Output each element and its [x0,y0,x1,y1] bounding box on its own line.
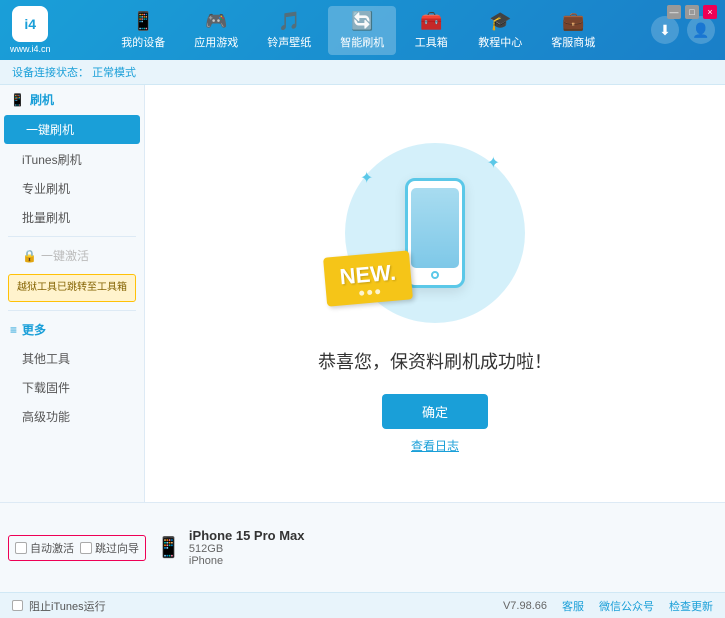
notice-text: 越狱工具已跳转至工具箱 [17,282,127,293]
window-controls: — □ × [667,5,717,19]
nav-apps[interactable]: 🎮 应用游戏 [182,6,250,55]
device-phone-icon: 📱 [156,535,181,560]
sidebar-section-more: ≡ 更多 [0,315,144,344]
apps-label: 应用游戏 [194,34,238,50]
phone-home-button [431,271,439,279]
confirm-button[interactable]: 确定 [382,394,488,429]
my-device-icon: 📱 [132,11,154,32]
wechat-link[interactable]: 微信公众号 [599,598,654,614]
my-device-label: 我的设备 [121,34,165,50]
success-message: 恭喜您，保资料刷机成功啦！ [318,348,552,374]
itunes-label: 阻止iTunes运行 [29,598,106,614]
phone-illustration: ✦ ✦ NEW. [335,133,535,333]
skip-guide-label: 跳过向导 [95,540,139,556]
sidebar-item-onekey-flash[interactable]: 一键刷机 [4,115,140,144]
skip-guide-checkbox[interactable]: 跳过向导 [80,540,139,556]
banner-text: NEW. [339,260,397,291]
apps-icon: 🎮 [205,11,227,32]
sidebar-divider-1 [8,236,136,237]
flash-section-label: 刷机 [30,91,54,108]
footer-left: 阻止iTunes运行 [12,598,106,614]
footer-right: V7.98.66 客服 微信公众号 检查更新 [503,598,713,614]
logo-url: www.i4.cn [10,44,51,54]
service-icon: 💼 [562,11,584,32]
new-banner: NEW. [323,250,413,306]
auto-activate-check-box[interactable] [15,542,27,554]
smart-flash-icon: 🔄 [351,11,373,32]
sidebar-item-itunes-flash[interactable]: iTunes刷机 [0,145,144,174]
auto-options-container: 自动激活 跳过向导 [8,535,146,561]
check-update-link[interactable]: 检查更新 [669,598,713,614]
download-button[interactable]: ⬇ [651,16,679,44]
header-actions: ⬇ 👤 [651,16,715,44]
footer: 阻止iTunes运行 V7.98.66 客服 微信公众号 检查更新 [0,592,725,618]
app-logo[interactable]: i4 www.i4.cn [10,6,51,54]
itunes-checkbox[interactable] [12,600,23,611]
sidebar-item-pro-flash[interactable]: 专业刷机 [0,174,144,203]
skip-guide-check-box[interactable] [80,542,92,554]
sidebar-item-other-tools[interactable]: 其他工具 [0,344,144,373]
banner-dot-2 [367,290,372,295]
minimize-button[interactable]: — [667,5,681,19]
close-button[interactable]: × [703,5,717,19]
customer-service-link[interactable]: 客服 [562,598,584,614]
sidebar-section-flash: 📱 刷机 [0,85,144,114]
user-icon: 👤 [692,22,709,39]
device-type: iPhone [189,555,305,567]
smart-flash-label: 智能刷机 [340,34,384,50]
sparkle-icon-2: ✦ [360,168,373,188]
breadcrumb: 设备连接状态： 正常模式 [0,60,725,85]
banner-dot-1 [359,290,364,295]
nav-service[interactable]: 💼 客服商城 [539,6,607,55]
device-details: iPhone 15 Pro Max 512GB iPhone [189,528,305,567]
toolbox-icon: 🧰 [420,11,442,32]
more-section-label: 更多 [22,321,46,338]
service-label: 客服商城 [551,34,595,50]
device-info: 📱 iPhone 15 Pro Max 512GB iPhone [156,528,305,567]
logo-icon: i4 [12,6,48,42]
ringtone-icon: 🎵 [278,11,300,32]
user-button[interactable]: 👤 [687,16,715,44]
header: i4 www.i4.cn 📱 我的设备 🎮 应用游戏 🎵 铃声壁纸 🔄 智能刷机 [0,0,725,60]
nav-toolbox[interactable]: 🧰 工具箱 [401,6,461,55]
maximize-button[interactable]: □ [685,5,699,19]
sidebar-item-batch-flash[interactable]: 批量刷机 [0,203,144,232]
more-section-icon: ≡ [10,323,17,337]
device-bar: 自动激活 跳过向导 📱 iPhone 15 Pro Max 512GB iPho… [0,502,725,592]
phone-screen [411,188,459,268]
phone-body [405,178,465,288]
nav-smart-flash[interactable]: 🔄 智能刷机 [328,6,396,55]
sidebar-section-activate: 🔒 一键激活 [0,241,144,270]
breadcrumb-prefix: 设备连接状态： [12,67,89,79]
breadcrumb-status: 正常模式 [92,67,136,79]
lock-icon: 🔒 [22,249,37,263]
sidebar: 📱 刷机 一键刷机 iTunes刷机 专业刷机 批量刷机 🔒 一键激活 越狱工具… [0,85,145,502]
version-text: V7.98.66 [503,600,547,612]
tutorial-label: 教程中心 [478,34,522,50]
auto-activate-checkbox[interactable]: 自动激活 [15,540,74,556]
main-content: ✦ ✦ NEW. 恭喜您，保资料刷机成功啦！ 确定 查看日志 [145,85,725,502]
ringtone-label: 铃声壁纸 [267,34,311,50]
sidebar-divider-2 [8,310,136,311]
device-name: iPhone 15 Pro Max [189,528,305,543]
sidebar-item-advanced[interactable]: 高级功能 [0,402,144,431]
device-storage: 512GB [189,543,305,555]
view-log-link[interactable]: 查看日志 [411,437,459,454]
nav-my-device[interactable]: 📱 我的设备 [109,6,177,55]
sparkle-icon-1: ✦ [487,153,500,173]
sidebar-notice-jailbreak: 越狱工具已跳转至工具箱 [8,274,136,302]
nav-bar: 📱 我的设备 🎮 应用游戏 🎵 铃声壁纸 🔄 智能刷机 🧰 工具箱 🎓 [66,6,651,55]
flash-section-icon: 📱 [10,93,25,107]
toolbox-label: 工具箱 [415,34,448,50]
nav-ringtone[interactable]: 🎵 铃声壁纸 [255,6,323,55]
activate-section-label: 一键激活 [41,247,89,264]
banner-dot-3 [375,289,380,294]
sidebar-item-download-firmware[interactable]: 下载固件 [0,373,144,402]
main-layout: 📱 刷机 一键刷机 iTunes刷机 专业刷机 批量刷机 🔒 一键激活 越狱工具… [0,85,725,502]
download-icon: ⬇ [659,22,671,39]
tutorial-icon: 🎓 [489,11,511,32]
nav-tutorial[interactable]: 🎓 教程中心 [466,6,534,55]
auto-activate-label: 自动激活 [30,540,74,556]
